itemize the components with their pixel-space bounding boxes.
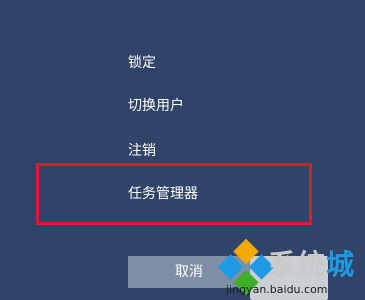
menu-item-lock[interactable]: 锁定	[128, 54, 156, 72]
watermark-brand-char-2: 统	[297, 248, 327, 281]
ctrl-alt-del-screen: 锁定 切换用户 注销 任务管理器 取消 系统城 jingyan.baidu.co…	[0, 0, 365, 300]
watermark-backdrop	[250, 256, 328, 300]
cancel-button[interactable]: 取消	[128, 256, 250, 288]
menu-item-sign-out[interactable]: 注销	[128, 142, 156, 160]
watermark-brand-char-1: 系	[268, 248, 298, 281]
menu-item-switch-user[interactable]: 切换用户	[128, 97, 184, 115]
menu-item-task-manager[interactable]: 任务管理器	[128, 185, 198, 203]
watermark-brand-char-3: 城	[326, 248, 356, 281]
watermark-brand: 系统城	[268, 250, 355, 280]
